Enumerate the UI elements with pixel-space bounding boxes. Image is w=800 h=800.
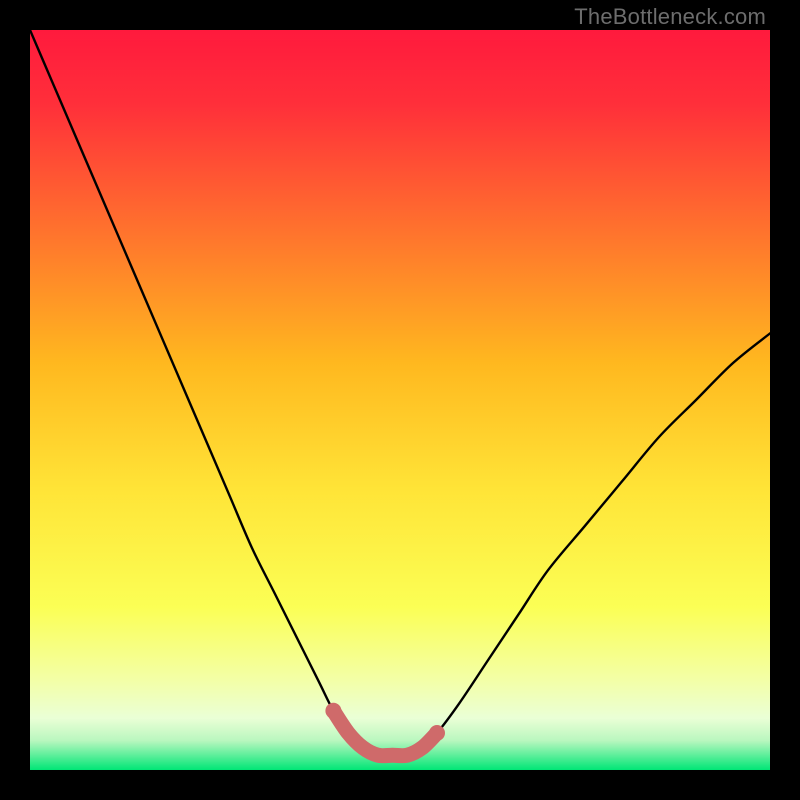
chart-frame: TheBottleneck.com — [0, 0, 800, 800]
gradient-background — [30, 30, 770, 770]
accent-dot-left — [325, 703, 341, 719]
plot-area — [30, 30, 770, 770]
watermark-text: TheBottleneck.com — [574, 4, 766, 30]
chart-svg — [30, 30, 770, 770]
accent-dot-right — [429, 725, 445, 741]
